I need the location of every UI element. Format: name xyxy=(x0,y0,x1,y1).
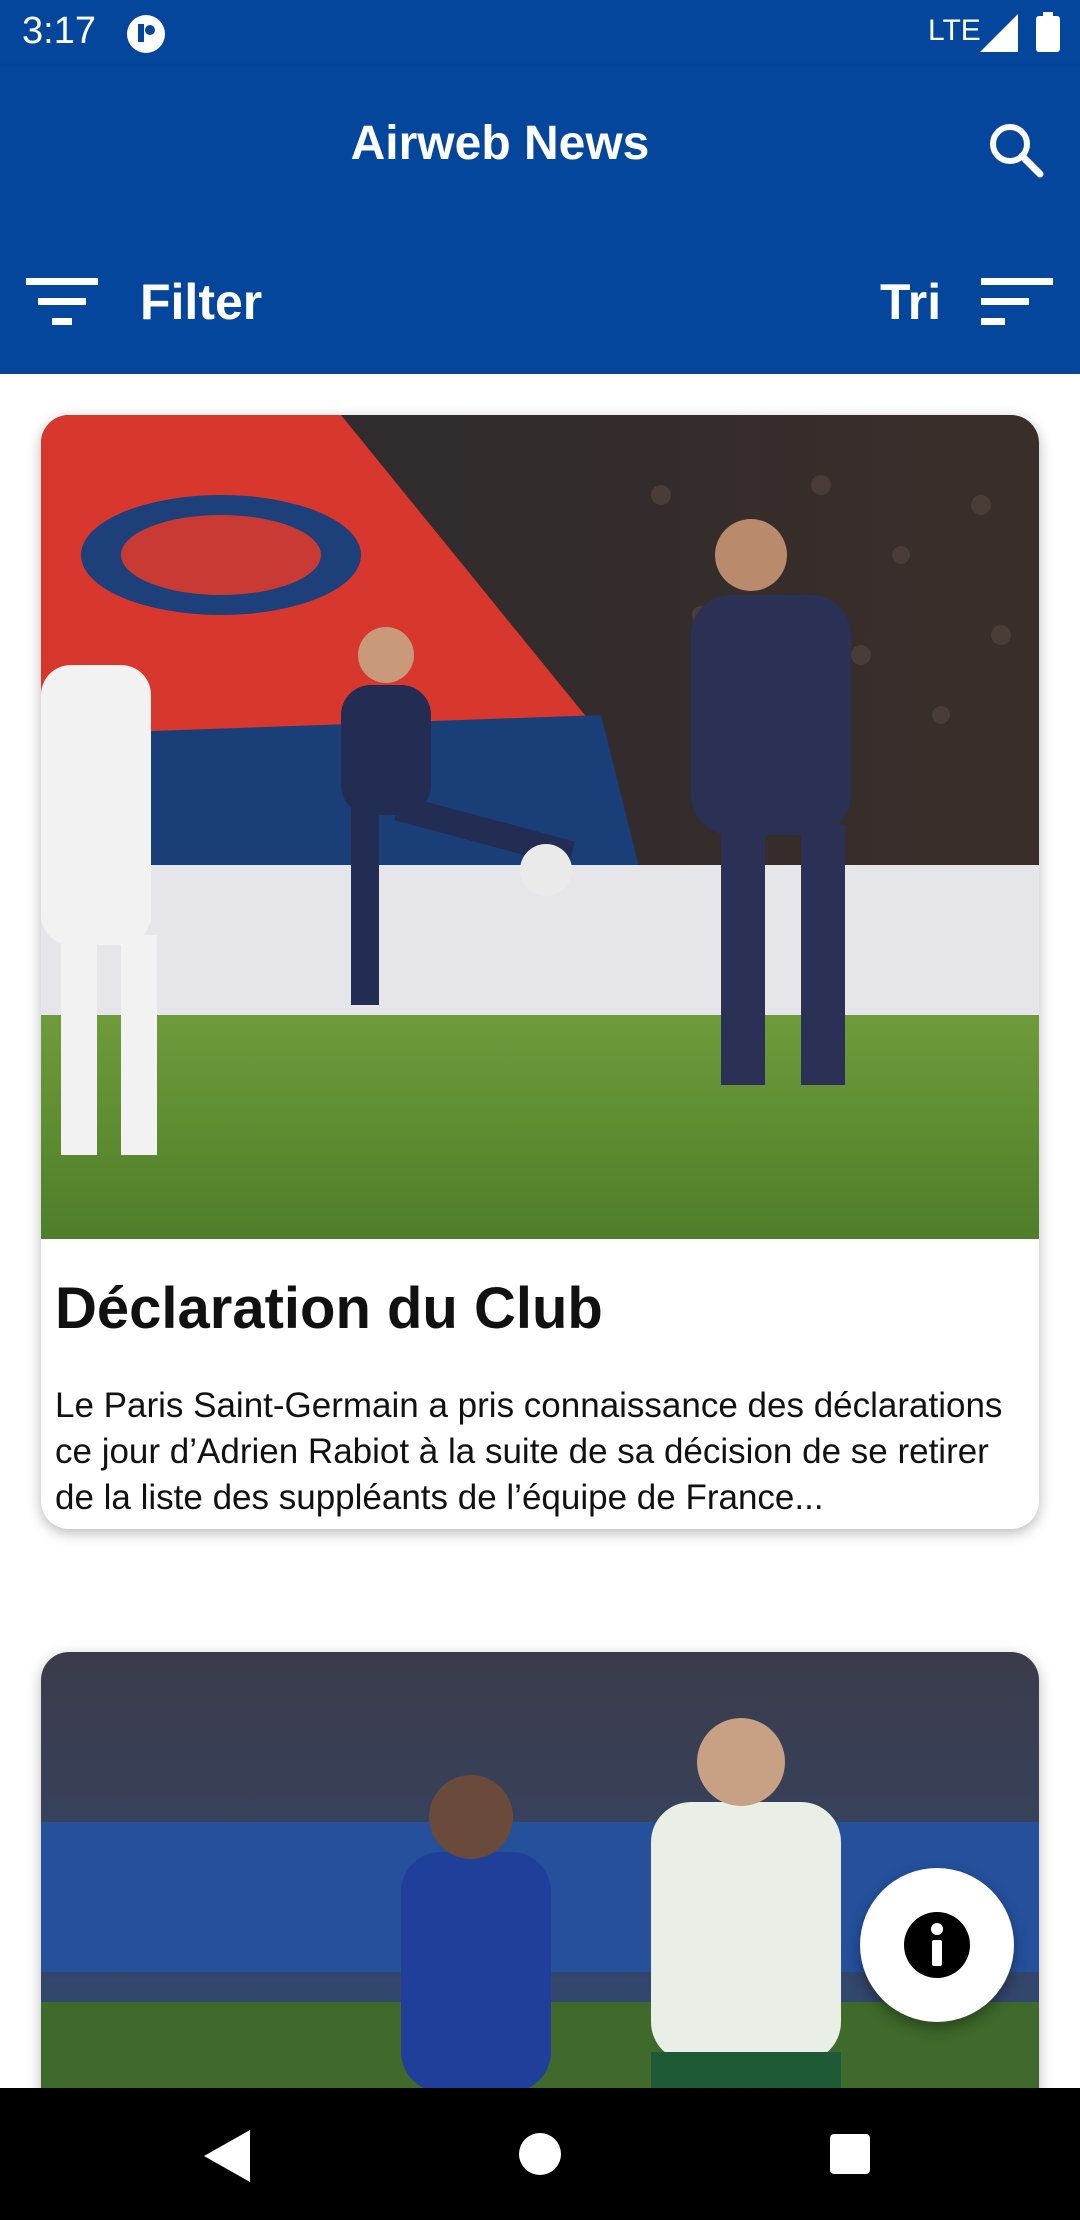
signal-icon xyxy=(980,14,1018,52)
article-image xyxy=(41,1652,1039,2088)
filter-button[interactable]: Filter xyxy=(24,262,284,342)
article-card[interactable]: Déclaration du Club Le Paris Saint-Germa… xyxy=(41,415,1039,1529)
home-icon[interactable] xyxy=(518,2132,562,2176)
article-title: Déclaration du Club xyxy=(55,1276,603,1341)
filter-icon xyxy=(26,278,98,325)
info-icon xyxy=(904,1912,970,1978)
search-icon[interactable] xyxy=(980,114,1050,184)
article-card[interactable] xyxy=(41,1652,1039,2088)
status-bar: 3:17 LTE xyxy=(0,0,1080,66)
sort-icon xyxy=(981,278,1054,325)
status-time: 3:17 xyxy=(22,10,96,52)
battery-icon xyxy=(1036,12,1060,52)
news-feed[interactable]: Déclaration du Club Le Paris Saint-Germa… xyxy=(0,374,1080,2088)
article-image xyxy=(41,415,1039,1239)
sort-button[interactable]: Tri xyxy=(880,262,1060,342)
app-title: Airweb News xyxy=(350,117,650,170)
back-icon[interactable] xyxy=(200,2128,254,2184)
filter-label: Filter xyxy=(140,274,263,330)
sort-label: Tri xyxy=(880,274,942,330)
recents-icon[interactable] xyxy=(828,2132,872,2176)
network-type: LTE xyxy=(928,14,981,47)
article-summary: Le Paris Saint-Germain a pris connaissan… xyxy=(55,1386,1003,1517)
app-bar: Airweb News Filter Tri xyxy=(0,66,1080,374)
navigation-bar xyxy=(0,2088,1080,2220)
info-button[interactable] xyxy=(860,1868,1014,2022)
app-notification-icon xyxy=(127,15,165,53)
